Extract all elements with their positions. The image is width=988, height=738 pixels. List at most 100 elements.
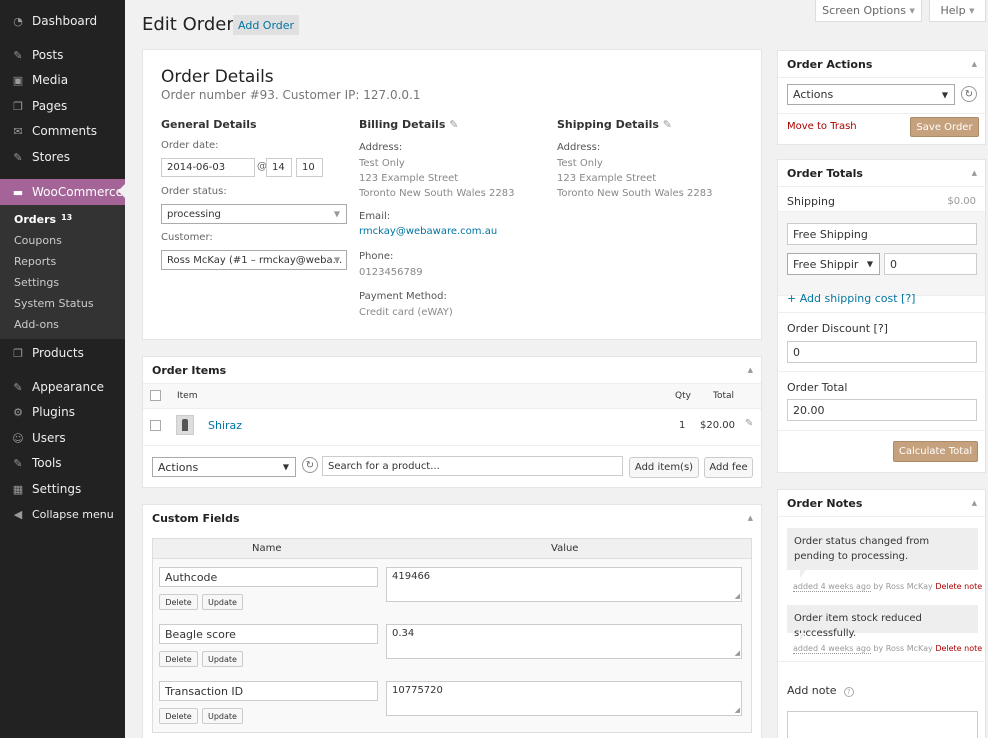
menu-media[interactable]: ▣ Media — [0, 68, 125, 92]
users-icon: ☺ — [12, 431, 24, 445]
add-note-textarea[interactable] — [787, 711, 978, 738]
update-field-button[interactable]: Update — [202, 651, 243, 667]
custom-fields-header[interactable]: Custom Fields ▲ — [143, 505, 761, 532]
edit-pencil-icon[interactable]: ✎ — [663, 118, 672, 131]
select-all-checkbox[interactable] — [150, 390, 161, 401]
order-actions-header[interactable]: Order Actions ▲ — [778, 51, 985, 78]
product-link[interactable]: Shiraz — [208, 419, 242, 432]
billing-email-link[interactable]: rmckay@webaware.com.au — [359, 226, 497, 237]
add-shipping-cost-link[interactable]: + Add shipping cost [?] — [787, 292, 915, 305]
delete-field-button[interactable]: Delete — [159, 708, 198, 724]
submenu-add-ons[interactable]: Add-ons — [14, 318, 59, 331]
delete-field-button[interactable]: Delete — [159, 651, 198, 667]
resize-handle-icon[interactable]: ◢ — [735, 592, 740, 600]
order-notes-header[interactable]: Order Notes ▲ — [778, 490, 985, 517]
menu-plugins[interactable]: ⚙ Plugins — [0, 400, 125, 424]
note-pointer — [800, 633, 806, 641]
note-added: added 4 weeks ago — [793, 644, 871, 654]
resize-handle-icon[interactable]: ◢ — [735, 649, 740, 657]
shipping-address-label: Address: — [557, 142, 601, 153]
calculate-total-button[interactable]: Calculate Total — [893, 441, 978, 462]
shipping-name-input[interactable]: Free Shipping — [787, 223, 977, 245]
apply-action-icon[interactable]: ↻ — [961, 86, 977, 102]
add-fee-button[interactable]: Add fee — [704, 457, 753, 478]
row-checkbox[interactable] — [150, 420, 161, 431]
collapse-arrow-icon[interactable]: ▲ — [972, 499, 977, 507]
order-minute-input[interactable]: 10 — [296, 158, 323, 177]
payment-method: Credit card (eWAY) — [359, 307, 453, 318]
address-line: Test Only — [557, 158, 603, 169]
product-search-input[interactable]: Search for a product... — [322, 456, 623, 476]
order-discount-input[interactable]: 0 — [787, 341, 977, 363]
order-hour-input[interactable]: 14 — [266, 158, 292, 177]
collapse-menu-button[interactable]: ◀ Collapse menu — [0, 502, 125, 526]
collapse-arrow-icon[interactable]: ▲ — [748, 366, 753, 374]
submenu-settings[interactable]: Settings — [14, 276, 59, 289]
add-items-button[interactable]: Add item(s) — [629, 457, 699, 478]
menu-comments[interactable]: ✉ Comments — [0, 119, 125, 143]
custom-field-name-input[interactable]: Authcode — [159, 567, 378, 587]
menu-pages[interactable]: ❐ Pages — [0, 94, 125, 118]
menu-label: Pages — [32, 99, 68, 113]
menu-dashboard[interactable]: ◔ Dashboard — [0, 9, 125, 33]
collapse-arrow-icon[interactable]: ▲ — [972, 60, 977, 68]
edit-pencil-icon[interactable]: ✎ — [745, 418, 753, 429]
save-order-button[interactable]: Save Order — [910, 117, 979, 137]
update-field-button[interactable]: Update — [202, 708, 243, 724]
menu-appearance[interactable]: ✎ Appearance — [0, 375, 125, 399]
menu-woocommerce[interactable]: ▬ WooCommerce — [0, 179, 125, 205]
delete-note-link[interactable]: Delete note — [935, 644, 982, 653]
shipping-heading-text: Shipping Details — [557, 118, 659, 131]
submenu-label: Orders — [14, 213, 57, 226]
caret-down-icon: ▼ — [969, 6, 975, 15]
submenu-coupons[interactable]: Coupons — [14, 234, 62, 247]
menu-stores[interactable]: ✎ Stores — [0, 145, 125, 169]
menu-label: Appearance — [32, 380, 105, 394]
menu-tools[interactable]: ✎ Tools — [0, 451, 125, 475]
note-meta: added 4 weeks ago by Ross McKay Delete n… — [793, 582, 982, 592]
order-date-label: Order date: — [161, 140, 219, 151]
customer-select[interactable]: Ross McKay (#1 – rmckay@weba... ▼ — [161, 250, 347, 270]
submenu-reports[interactable]: Reports — [14, 255, 56, 268]
resize-handle-icon[interactable]: ◢ — [735, 706, 740, 714]
shipping-cost-input[interactable]: 0 — [884, 253, 977, 275]
custom-field-name-input[interactable]: Transaction ID — [159, 681, 378, 701]
move-to-trash-link[interactable]: Move to Trash — [787, 121, 857, 132]
stores-icon: ✎ — [13, 150, 23, 164]
delete-field-button[interactable]: Delete — [159, 594, 198, 610]
value-column-header: Value — [551, 543, 579, 554]
custom-field-value-textarea[interactable]: 419466 ◢ — [386, 567, 742, 602]
menu-users[interactable]: ☺ Users — [0, 426, 125, 450]
help-icon[interactable]: ? — [843, 687, 854, 697]
order-items-header[interactable]: Order Items ▲ — [143, 357, 761, 384]
billing-phone-label: Phone: — [359, 251, 394, 262]
screen-options-button[interactable]: Screen Options ▼ — [815, 0, 922, 22]
bulk-actions-select[interactable]: Actions ▼ — [152, 457, 296, 477]
submenu-system-status[interactable]: System Status — [14, 297, 94, 310]
order-date-input[interactable]: 2014-06-03 — [161, 158, 255, 177]
submenu-orders[interactable]: Orders 13 — [14, 213, 72, 226]
order-status-value: processing — [167, 208, 221, 220]
menu-settings[interactable]: ▦ Settings — [0, 477, 125, 501]
apply-refresh-icon[interactable]: ↻ — [302, 457, 318, 473]
delete-note-link[interactable]: Delete note — [935, 582, 982, 591]
order-status-select[interactable]: processing ▼ — [161, 204, 347, 224]
shipping-method-value: Free Shippir — [793, 257, 859, 271]
menu-products[interactable]: ❐ Products — [0, 341, 125, 365]
custom-field-value-textarea[interactable]: 0.34 ◢ — [386, 624, 742, 659]
custom-field-value-textarea[interactable]: 10775720 ◢ — [386, 681, 742, 716]
update-field-button[interactable]: Update — [202, 594, 243, 610]
custom-field-name-input[interactable]: Beagle score — [159, 624, 378, 644]
collapse-arrow-icon[interactable]: ▲ — [972, 169, 977, 177]
order-total-input[interactable]: 20.00 — [787, 399, 977, 421]
help-button[interactable]: Help ▼ — [929, 0, 986, 22]
order-totals-header[interactable]: Order Totals ▲ — [778, 160, 985, 187]
edit-pencil-icon[interactable]: ✎ — [449, 118, 458, 131]
add-note-text: Add note — [787, 684, 837, 697]
order-action-select[interactable]: Actions ▼ — [787, 84, 955, 105]
shipping-method-select[interactable]: Free Shippir ▼ — [787, 253, 880, 275]
order-note: Order status changed from pending to pro… — [787, 528, 978, 570]
collapse-arrow-icon[interactable]: ▲ — [748, 514, 753, 522]
add-order-button[interactable]: Add Order — [233, 15, 300, 35]
menu-posts[interactable]: ✎ Posts — [0, 43, 125, 67]
